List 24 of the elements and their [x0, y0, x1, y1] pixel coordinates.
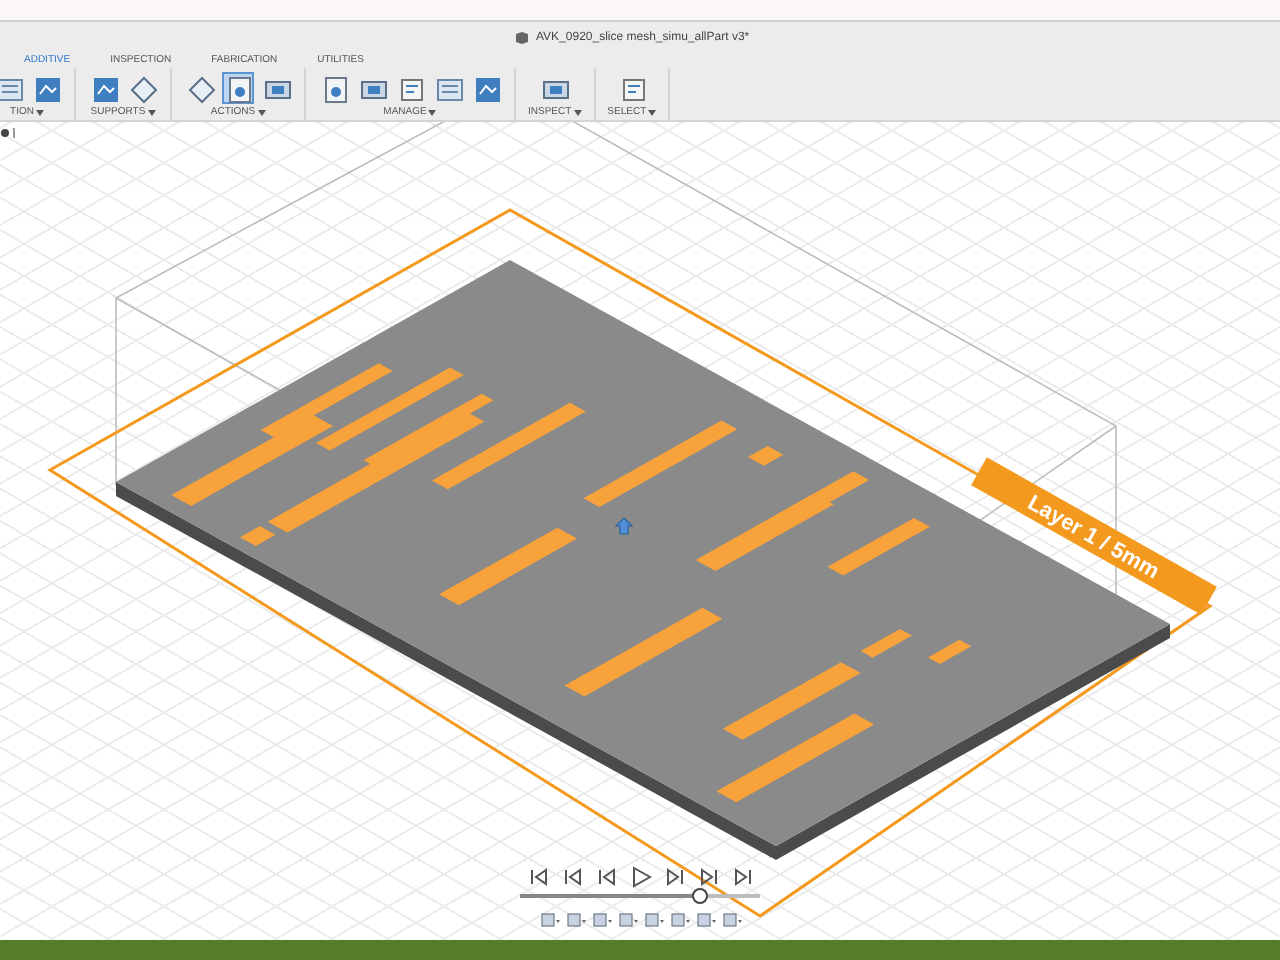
prev-group-step-button[interactable]: [561, 866, 583, 888]
prev-step-button[interactable]: [595, 866, 617, 888]
caret-icon[interactable]: [257, 109, 266, 115]
caret-icon[interactable]: [573, 109, 582, 115]
next-step-button[interactable]: [663, 866, 685, 888]
slider-thumb[interactable]: [692, 888, 708, 904]
file-icon: [516, 31, 528, 43]
caret-icon[interactable]: [428, 109, 437, 115]
first-step-button[interactable]: [527, 866, 549, 888]
next-group-step-button[interactable]: [697, 866, 719, 888]
caret-icon[interactable]: [147, 109, 156, 115]
last-step-button[interactable]: [731, 866, 753, 888]
view-options-icon[interactable]: [0, 128, 18, 138]
caret-icon[interactable]: [35, 109, 44, 115]
toolbar-tool-button[interactable]: [30, 72, 62, 104]
toolbar-tool-button[interactable]: [222, 72, 254, 104]
toolbar-tool-button[interactable]: [184, 72, 216, 104]
toolbar-tool-button[interactable]: [126, 72, 158, 104]
toolbar-tool-button[interactable]: [88, 72, 120, 104]
play-step-button[interactable]: [629, 866, 651, 888]
move-handle-icon[interactable]: [614, 517, 634, 535]
toolbar-tool-button[interactable]: [470, 72, 502, 104]
timeline-slider[interactable]: [520, 894, 760, 898]
caret-icon[interactable]: [648, 109, 657, 115]
